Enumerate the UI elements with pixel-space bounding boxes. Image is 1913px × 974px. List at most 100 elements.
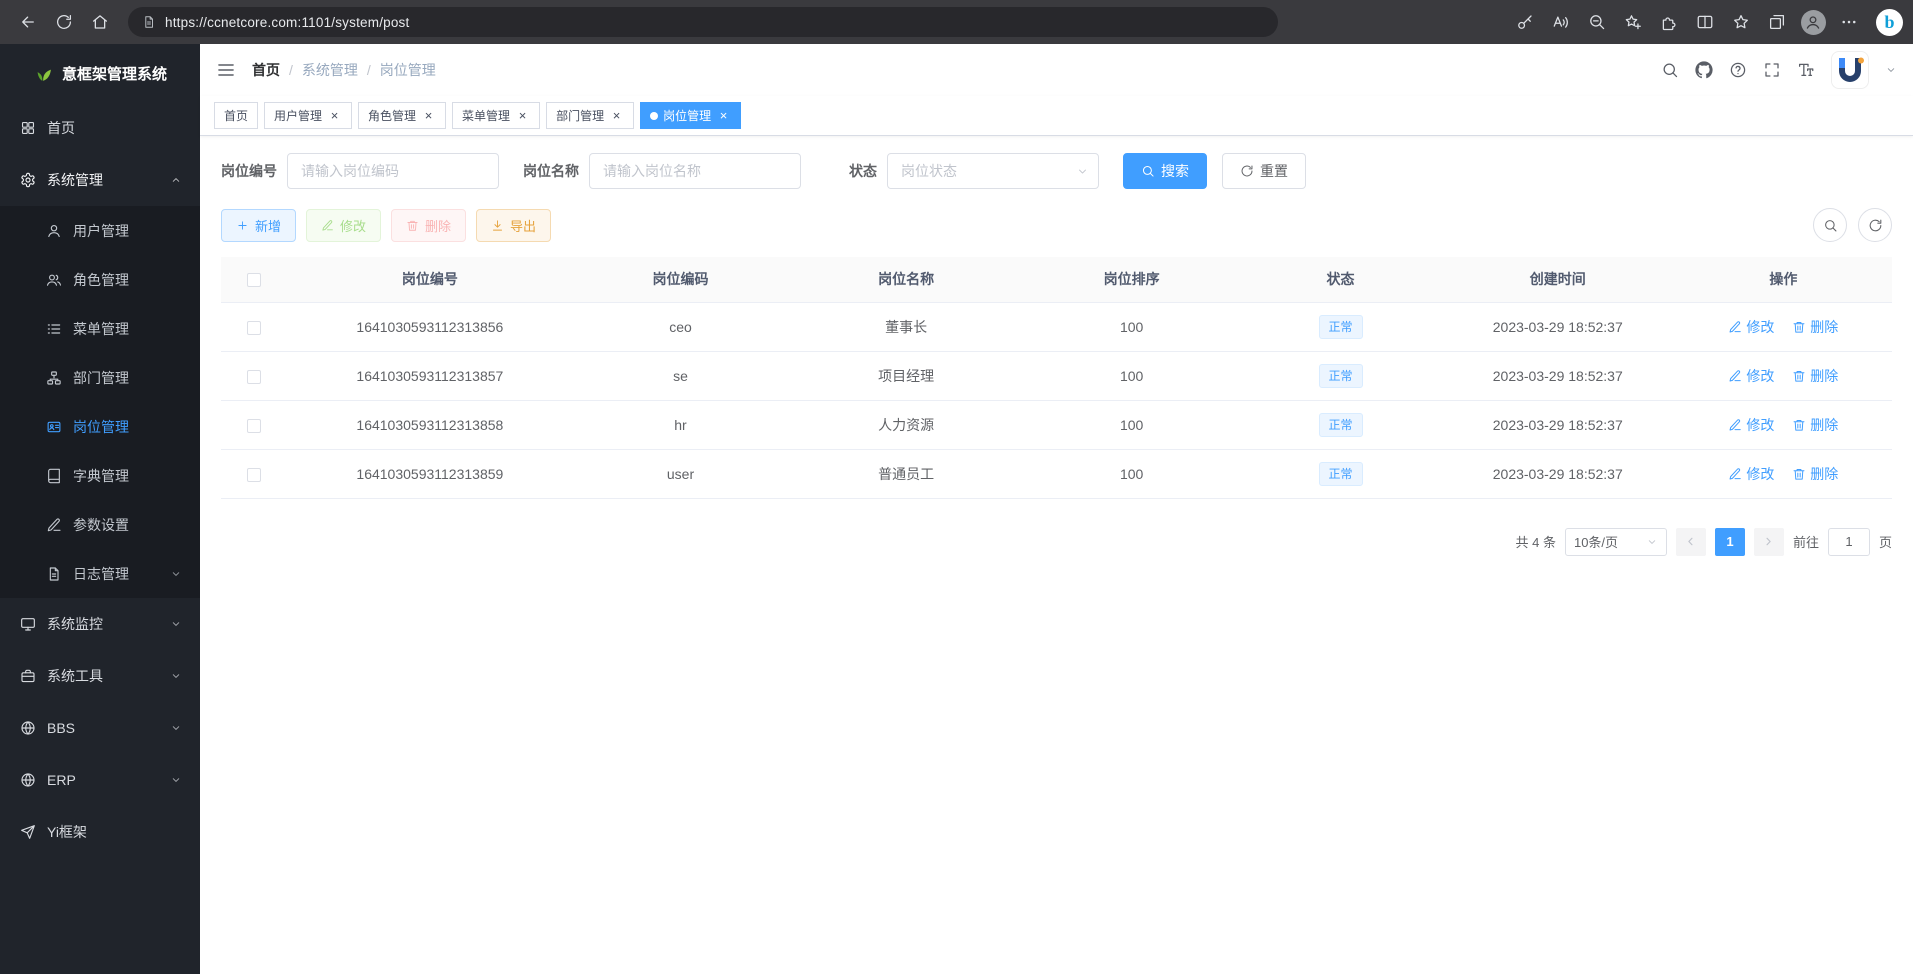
select-all-checkbox[interactable] [247,273,261,287]
post-code-input[interactable] [287,153,499,189]
trash-icon [1792,467,1806,481]
breadcrumb-system[interactable]: 系统管理 [302,60,358,80]
sidebar-item-bbs[interactable]: BBS [0,702,200,754]
tab-role[interactable]: 角色管理 × [358,102,446,129]
row-checkbox[interactable] [247,321,261,335]
header-search-button[interactable] [1661,61,1679,79]
split-screen-button[interactable] [1688,5,1722,39]
help-button[interactable] [1729,61,1747,79]
next-page-button[interactable] [1754,528,1784,556]
reset-button[interactable]: 重置 [1222,153,1306,189]
row-edit-label: 修改 [1746,366,1774,386]
profile-button[interactable] [1796,5,1830,39]
row-edit-button[interactable]: 修改 [1728,464,1774,484]
sidebar-item-log[interactable]: 日志管理 [0,549,200,598]
table-header-row: 岗位编号 岗位编码 岗位名称 岗位排序 状态 创建时间 操作 [221,257,1892,302]
delete-button[interactable]: 删除 [391,209,466,242]
row-delete-button[interactable]: 删除 [1792,366,1838,386]
github-icon [1695,61,1713,79]
site-info-icon[interactable] [142,15,156,29]
chevron-right-icon [1762,535,1775,548]
prev-page-button[interactable] [1676,528,1706,556]
caret-down-icon[interactable] [1885,64,1897,76]
user-avatar[interactable] [1831,51,1869,89]
address-bar[interactable]: https://ccnetcore.com:1101/system/post [128,7,1278,37]
sidebar-item-param[interactable]: 参数设置 [0,500,200,549]
extensions-button[interactable] [1652,5,1686,39]
github-button[interactable] [1695,61,1713,79]
tab-home[interactable]: 首页 [214,102,258,129]
row-delete-button[interactable]: 删除 [1792,415,1838,435]
table-row: 1641030593112313857 se 项目经理 100 正常 2023-… [221,351,1892,400]
search-button[interactable]: 搜索 [1123,153,1207,189]
sidebar-item-erp[interactable]: ERP [0,754,200,806]
row-edit-button[interactable]: 修改 [1728,366,1774,386]
cell-post-code: ceo [572,302,789,351]
url-text: https://ccnetcore.com:1101/system/post [165,15,409,30]
collections-button[interactable] [1760,5,1794,39]
row-delete-button[interactable]: 删除 [1792,317,1838,337]
fullscreen-button[interactable] [1763,61,1781,79]
row-checkbox[interactable] [247,370,261,384]
download-icon [491,219,504,232]
browser-back-button[interactable] [10,4,46,40]
bing-copilot-button[interactable]: b [1876,9,1903,36]
trash-icon [1792,369,1806,383]
sidebar-item-system[interactable]: 系统管理 [0,154,200,206]
post-name-input[interactable] [589,153,801,189]
app-logo[interactable]: 意框架管理系统 [0,44,200,102]
sidebar-item-label: 用户管理 [73,221,129,241]
password-manager-button[interactable] [1508,5,1542,39]
edit-pen-icon [1728,320,1742,334]
browser-chrome: https://ccnetcore.com:1101/system/post b [0,0,1913,44]
tab-close-icon[interactable]: × [609,108,624,123]
tab-user[interactable]: 用户管理 × [264,102,352,129]
sidebar-item-menu[interactable]: 菜单管理 [0,304,200,353]
tab-menu[interactable]: 菜单管理 × [452,102,540,129]
favorites-button[interactable] [1724,5,1758,39]
font-size-button[interactable] [1797,61,1815,79]
tab-close-icon[interactable]: × [716,108,731,123]
col-post-sort: 岗位排序 [1023,257,1240,302]
tab-dept[interactable]: 部门管理 × [546,102,634,129]
add-favorite-button[interactable] [1616,5,1650,39]
sidebar-item-user[interactable]: 用户管理 [0,206,200,255]
add-button[interactable]: 新增 [221,209,296,242]
sidebar-item-tools[interactable]: 系统工具 [0,650,200,702]
app-frame: 意框架管理系统 首页 系统管理 用户管理 角色管理 [0,44,1913,974]
row-delete-button[interactable]: 删除 [1792,464,1838,484]
sidebar-toggle-button[interactable] [216,60,236,80]
sidebar-item-home[interactable]: 首页 [0,102,200,154]
tab-post-active[interactable]: 岗位管理 × [640,102,741,129]
export-button[interactable]: 导出 [476,209,551,242]
search-button-label: 搜索 [1161,161,1189,181]
browser-refresh-button[interactable] [46,4,82,40]
toggle-search-button[interactable] [1813,208,1847,242]
row-checkbox[interactable] [247,468,261,482]
sidebar-item-role[interactable]: 角色管理 [0,255,200,304]
browser-home-button[interactable] [82,4,118,40]
row-edit-button[interactable]: 修改 [1728,317,1774,337]
tab-close-icon[interactable]: × [327,108,342,123]
edit-button[interactable]: 修改 [306,209,381,242]
zoom-button[interactable] [1580,5,1614,39]
sidebar-item-dept[interactable]: 部门管理 [0,353,200,402]
page-number-button[interactable]: 1 [1715,528,1745,556]
sidebar-item-yi[interactable]: Yi框架 [0,806,200,858]
goto-page-input[interactable] [1828,528,1870,556]
row-checkbox[interactable] [247,419,261,433]
tab-close-icon[interactable]: × [515,108,530,123]
refresh-table-button[interactable] [1858,208,1892,242]
tab-close-icon[interactable]: × [421,108,436,123]
row-edit-button[interactable]: 修改 [1728,415,1774,435]
sidebar-item-dict[interactable]: 字典管理 [0,451,200,500]
read-aloud-button[interactable] [1544,5,1578,39]
sidebar-item-monitor[interactable]: 系统监控 [0,598,200,650]
status-select[interactable]: 岗位状态 [887,153,1099,189]
post-code-label: 岗位编号 [221,161,277,181]
breadcrumb-home[interactable]: 首页 [252,60,280,80]
page-size-select[interactable]: 10条/页 [1565,528,1667,556]
post-table: 岗位编号 岗位编码 岗位名称 岗位排序 状态 创建时间 操作 164103059… [221,257,1892,499]
browser-menu-button[interactable] [1832,5,1866,39]
sidebar-item-post[interactable]: 岗位管理 [0,402,200,451]
